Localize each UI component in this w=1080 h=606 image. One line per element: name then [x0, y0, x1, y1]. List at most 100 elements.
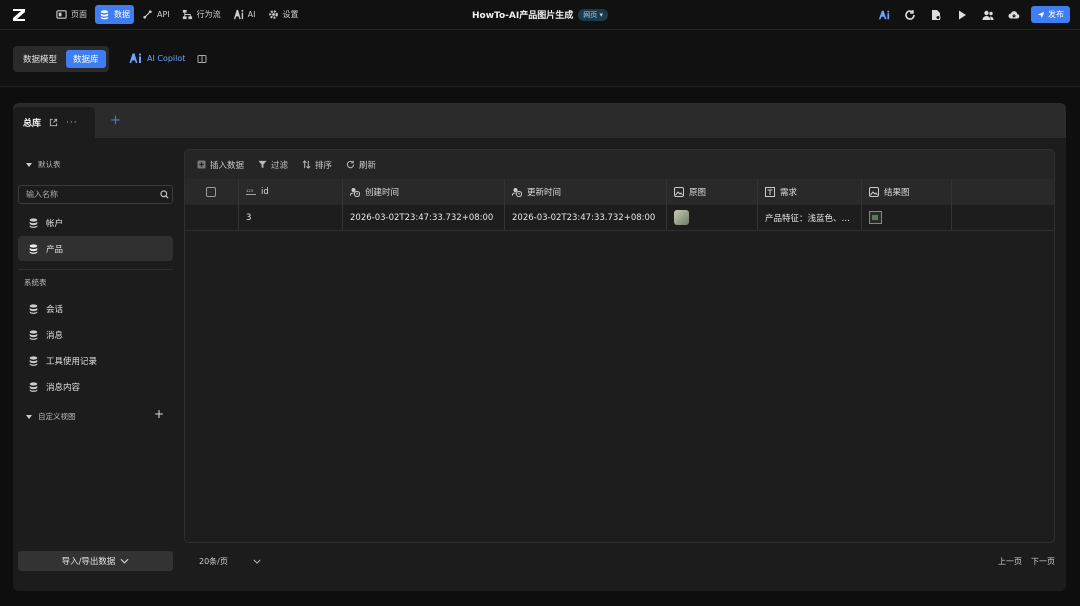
- column-header-requirement[interactable]: 需求: [758, 179, 862, 205]
- ai-assistant-button[interactable]: [875, 6, 892, 23]
- seg-data-model[interactable]: 数据模型: [16, 50, 64, 68]
- nav-flow[interactable]: 行为流: [178, 5, 225, 24]
- select-all-checkbox[interactable]: [206, 187, 216, 197]
- external-link-icon[interactable]: [49, 118, 58, 127]
- publish-button[interactable]: 发布: [1031, 6, 1070, 23]
- clock-user-icon: [350, 188, 360, 197]
- import-export-label: 导入/导出数据: [61, 557, 116, 567]
- nav-data[interactable]: 数据: [95, 5, 134, 24]
- view-switcher: 数据模型 数据库: [13, 46, 109, 72]
- copilot-label: AI Copilot: [147, 53, 186, 63]
- group-default-tables[interactable]: 默认表: [26, 159, 61, 170]
- right-tools: 发布: [875, 6, 1070, 23]
- data-table-container: 插入数据 过滤 排序 刷新 123 id 创建时间 更新时间 原图 需求 结果图…: [184, 149, 1055, 543]
- refresh-icon: [904, 9, 915, 20]
- page-icon: [56, 10, 67, 19]
- column-header-created[interactable]: 创建时间: [343, 179, 505, 205]
- group-custom-label: 自定义视图: [38, 412, 76, 421]
- seg-database[interactable]: 数据库: [66, 50, 106, 68]
- filter-icon: [258, 160, 267, 169]
- database-icon: [100, 10, 109, 20]
- tab-main-db[interactable]: 总库 ···: [13, 107, 95, 138]
- sidebar-item-sessions[interactable]: 会话: [18, 296, 173, 321]
- clock-user-icon: [512, 188, 522, 197]
- column-label: 需求: [780, 188, 798, 198]
- ai-copilot-button[interactable]: AI Copilot: [129, 53, 185, 63]
- platform-badge[interactable]: 网页 ▾: [578, 8, 608, 21]
- cloud-download-button[interactable]: [1005, 6, 1022, 23]
- page-size-select[interactable]: 20条/页: [199, 556, 261, 567]
- chevron-down-icon: [120, 558, 129, 564]
- number-icon: 123: [246, 189, 256, 195]
- chevron-down-icon: [253, 559, 261, 564]
- file-gear-icon: [931, 9, 940, 20]
- prev-page-button[interactable]: 上一页: [998, 556, 1022, 567]
- api-icon: [143, 10, 152, 19]
- preview-button[interactable]: [953, 6, 970, 23]
- source-image-thumbnail[interactable]: [674, 210, 689, 225]
- collaborators-button[interactable]: [979, 6, 996, 23]
- pagination: 上一页 下一页: [998, 556, 1055, 567]
- more-icon[interactable]: ···: [66, 118, 78, 128]
- cell-updated[interactable]: 2026-03-02T23:47:33.732+08:00: [505, 205, 667, 230]
- nav-page[interactable]: 页面: [52, 5, 91, 24]
- table-search-input[interactable]: [18, 185, 173, 204]
- broken-image-icon[interactable]: [869, 211, 882, 224]
- nav-ai[interactable]: AI: [229, 5, 260, 24]
- column-header-source-image[interactable]: 原图: [667, 179, 758, 205]
- sidebar-item-label: 产品: [46, 244, 64, 255]
- file-settings-button[interactable]: [927, 6, 944, 23]
- database-panel: 总库 ··· + 默认表 帐户 产品 系统表 会话: [13, 103, 1066, 591]
- flow-icon: [182, 9, 192, 20]
- sidebar-item-messages[interactable]: 消息: [18, 322, 173, 347]
- app-logo-icon[interactable]: [11, 7, 27, 23]
- column-header-result-image[interactable]: 结果图: [862, 179, 952, 205]
- column-label: 原图: [689, 188, 707, 198]
- cell-id[interactable]: 3: [239, 205, 343, 230]
- group-default-label: 默认表: [38, 160, 61, 169]
- add-view-button[interactable]: +: [154, 407, 164, 421]
- insert-data-button[interactable]: 插入数据: [197, 159, 244, 171]
- sidebar-item-tool-usage[interactable]: 工具使用记录: [18, 348, 173, 373]
- column-label: 结果图: [884, 188, 910, 198]
- import-export-button[interactable]: 导入/导出数据: [18, 551, 173, 571]
- group-custom-views[interactable]: 自定义视图: [26, 411, 76, 422]
- database-icon: [29, 303, 38, 314]
- sidebar-item-label: 帐户: [46, 218, 64, 229]
- sort-button[interactable]: 排序: [302, 159, 332, 171]
- sync-button[interactable]: [901, 6, 918, 23]
- column-header-updated[interactable]: 更新时间: [505, 179, 667, 205]
- refresh-button[interactable]: 刷新: [346, 159, 376, 171]
- nav-settings[interactable]: 设置: [264, 5, 303, 24]
- nav-api[interactable]: API: [138, 5, 174, 24]
- tab-strip: 总库 ··· +: [13, 103, 1066, 138]
- filter-button[interactable]: 过滤: [258, 159, 288, 171]
- column-header-id[interactable]: 123 id: [239, 179, 343, 205]
- cell-source-image[interactable]: [667, 205, 758, 230]
- database-icon: [29, 355, 38, 366]
- nav-page-label: 页面: [71, 10, 87, 19]
- database-icon: [29, 329, 38, 340]
- text-icon: [765, 187, 775, 197]
- sidebar-item-label: 工具使用记录: [46, 356, 98, 367]
- group-system-tables: 系统表: [24, 277, 47, 288]
- next-page-button[interactable]: 下一页: [1031, 556, 1055, 567]
- cell-result-image[interactable]: [862, 205, 952, 230]
- page-size-value: 20条/页: [199, 557, 228, 566]
- sidebar-item-accounts[interactable]: 帐户: [18, 210, 173, 235]
- database-icon: [29, 243, 38, 254]
- gear-icon: [268, 10, 278, 19]
- table-row[interactable]: 3 2026-03-02T23:47:33.732+08:00 2026-03-…: [185, 205, 1054, 231]
- table-header: 123 id 创建时间 更新时间 原图 需求 结果图: [185, 179, 1054, 205]
- search-icon: [160, 190, 169, 199]
- add-tab-button[interactable]: +: [110, 114, 121, 127]
- book-icon[interactable]: [197, 54, 207, 64]
- select-all-cell: [185, 179, 239, 205]
- cell-created[interactable]: 2026-03-02T23:47:33.732+08:00: [343, 205, 505, 230]
- cell-requirement[interactable]: 产品特征：浅蓝色、…: [758, 205, 862, 230]
- sidebar-item-message-content[interactable]: 消息内容: [18, 374, 173, 399]
- caret-down-icon: [26, 162, 32, 167]
- sub-header: 数据模型 数据库 AI Copilot: [0, 31, 1080, 87]
- sidebar-item-products[interactable]: 产品: [18, 236, 173, 261]
- row-select-cell[interactable]: [185, 205, 239, 230]
